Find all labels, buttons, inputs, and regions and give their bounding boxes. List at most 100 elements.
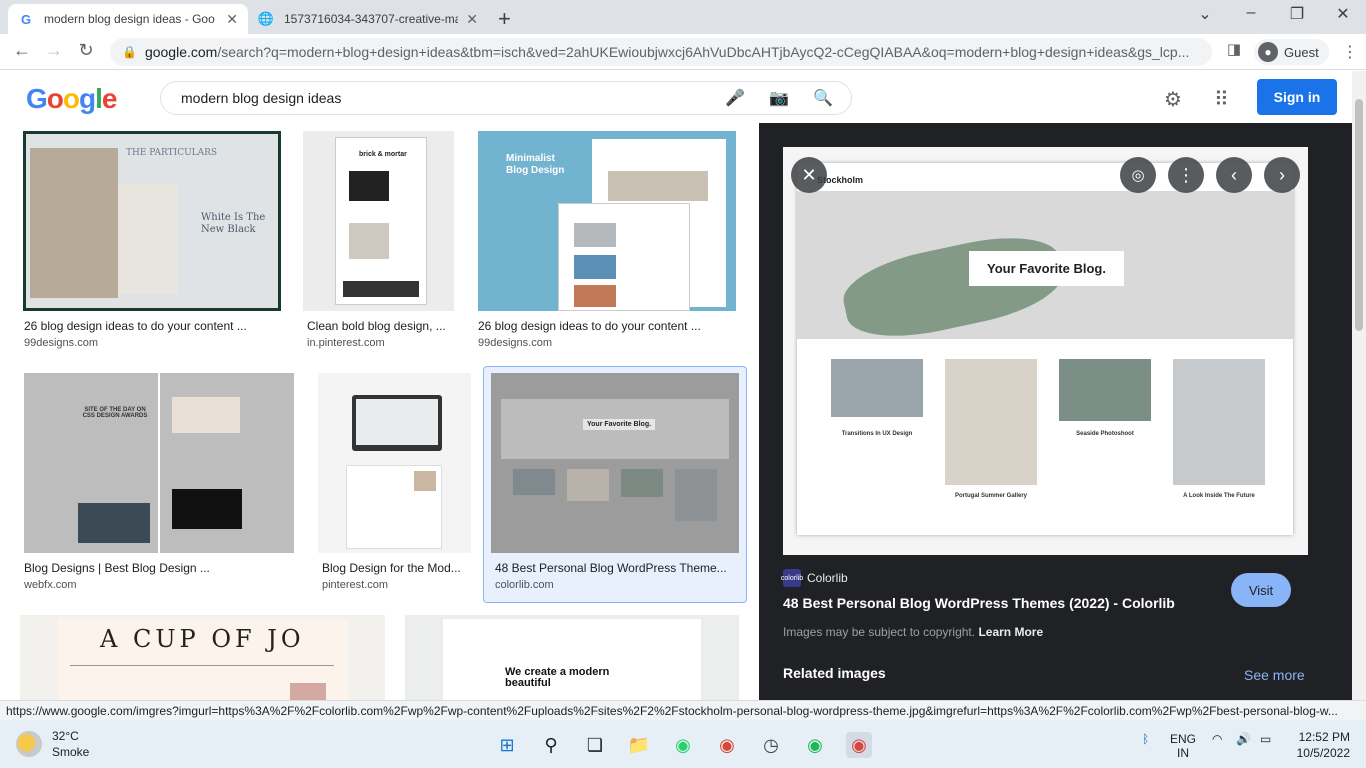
start-windows-icon[interactable]: ⊞: [494, 732, 520, 758]
photo-block: [621, 469, 663, 497]
preview-post-title: Portugal Summer Gallery: [954, 493, 1028, 499]
tab-title: 1573716034-343707-creative-ma: [284, 12, 459, 26]
photo-block: [574, 255, 616, 279]
microphone-icon[interactable]: 🎤: [725, 88, 745, 108]
thumb-title: Minimalist Blog Design: [506, 153, 565, 176]
lens-search-icon[interactable]: ◎: [1120, 157, 1156, 193]
photo-block: [414, 471, 436, 491]
close-window-icon[interactable]: ✕: [1328, 4, 1358, 24]
close-tab-icon[interactable]: ✕: [226, 11, 238, 28]
chrome-icon[interactable]: ◉: [714, 732, 740, 758]
result-caption[interactable]: 26 blog design ideas to do your content …: [478, 319, 736, 333]
photo-block: [172, 489, 242, 529]
google-header: Google modern blog design ideas 🎤 📷 🔍 ⚙ …: [0, 71, 1352, 123]
settings-gear-icon[interactable]: ⚙: [1164, 87, 1182, 112]
battery-icon[interactable]: ▭: [1260, 732, 1271, 746]
thumb-heading: THE PARTICULARS: [126, 148, 218, 158]
preview-image[interactable]: Stockholm Your Favorite Blog. Transition…: [783, 147, 1308, 555]
photo-block: [349, 171, 389, 201]
result-thumbnail[interactable]: brick & mortar: [303, 131, 454, 311]
task-view-icon[interactable]: ❏: [582, 732, 608, 758]
source-site[interactable]: colorlib Colorlib: [781, 569, 848, 587]
photo-block: [1173, 359, 1265, 485]
scrollbar-thumb[interactable]: [1355, 99, 1363, 331]
clock[interactable]: 12:52 PM 10/5/2022: [1290, 729, 1350, 761]
previous-image-icon[interactable]: ‹: [1216, 157, 1252, 193]
wifi-icon[interactable]: ◠: [1212, 732, 1222, 746]
new-tab-button[interactable]: +: [498, 6, 511, 32]
result-thumbnail[interactable]: SITE OF THE DAY ON CSS DESIGN AWARDS: [24, 373, 294, 553]
tab-title: modern blog design ideas - Goo: [44, 12, 215, 26]
menu-icon[interactable]: ⋮: [1342, 42, 1358, 62]
result-caption[interactable]: 48 Best Personal Blog WordPress Theme...: [495, 561, 733, 575]
result-caption[interactable]: 26 blog design ideas to do your content …: [24, 319, 274, 333]
photo-block: [118, 184, 178, 294]
photo-block: [567, 469, 609, 501]
language-indicator[interactable]: ENG IN: [1170, 732, 1196, 760]
spotify-icon[interactable]: ◉: [802, 732, 828, 758]
timeline-line: [158, 373, 160, 553]
search-icon[interactable]: 🔍: [813, 88, 833, 108]
result-caption[interactable]: Blog Designs | Best Blog Design ...: [24, 561, 294, 575]
google-favicon-icon: G: [20, 11, 32, 27]
file-explorer-icon[interactable]: 📁: [626, 732, 652, 758]
thumb-logo: brick & mortar: [359, 151, 407, 158]
whatsapp-icon[interactable]: ◉: [670, 732, 696, 758]
photo-block: [945, 359, 1037, 485]
clock-app-icon[interactable]: ◷: [758, 732, 784, 758]
close-tab-icon[interactable]: ✕: [466, 11, 478, 28]
search-input[interactable]: modern blog design ideas: [181, 90, 341, 106]
minimize-icon[interactable]: –: [1236, 4, 1266, 22]
result-thumbnail[interactable]: [318, 373, 471, 553]
side-panel-icon[interactable]: ◨: [1222, 40, 1246, 58]
thumb-logo: A CUP OF JO: [100, 625, 305, 653]
lens-camera-icon[interactable]: 📷: [769, 88, 789, 108]
apps-grid-icon[interactable]: ⠿: [1214, 87, 1229, 112]
volume-icon[interactable]: 🔊: [1236, 732, 1251, 746]
logo-letter: G: [26, 83, 48, 114]
result-thumbnail[interactable]: A CUP OF JO: [20, 615, 385, 700]
temperature: 32°C: [52, 729, 79, 743]
chevron-down-icon[interactable]: ⌄: [1190, 4, 1220, 24]
result-thumbnail[interactable]: Your Favorite Blog.: [491, 373, 739, 553]
sign-in-button[interactable]: Sign in: [1257, 79, 1337, 115]
photo-block: [574, 285, 616, 307]
photo-block: [290, 683, 326, 700]
profile-button[interactable]: ● Guest: [1254, 39, 1329, 65]
tab-google-search[interactable]: G modern blog design ideas - Goo ✕: [8, 4, 248, 34]
logo-letter: o: [46, 83, 64, 114]
result-thumbnail[interactable]: THE PARTICULARS White Is The New Black: [23, 131, 281, 311]
back-icon[interactable]: ←: [10, 40, 34, 61]
result-thumbnail[interactable]: Minimalist Blog Design: [478, 131, 736, 311]
search-box[interactable]: modern blog design ideas 🎤 📷 🔍: [160, 81, 852, 115]
learn-more-link[interactable]: Learn More: [978, 625, 1043, 639]
see-more-link[interactable]: See more: [1244, 667, 1305, 683]
logo-letter: o: [62, 83, 80, 114]
bluetooth-icon[interactable]: ᛒ: [1142, 732, 1149, 746]
image-preview-panel: Stockholm Your Favorite Blog. Transition…: [759, 123, 1352, 700]
address-bar[interactable]: 🔒 google.com /search?q=modern+blog+desig…: [110, 38, 1212, 66]
avatar-icon: ●: [1258, 42, 1278, 62]
search-icon[interactable]: ⚲: [538, 732, 564, 758]
google-logo[interactable]: Google: [26, 83, 117, 115]
result-source: in.pinterest.com: [307, 337, 385, 349]
photo-block: [513, 469, 555, 495]
tab-creative-image[interactable]: 🌐 1573716034-343707-creative-ma ✕: [248, 4, 488, 34]
chrome-active-icon[interactable]: ◉: [846, 732, 872, 758]
close-viewer-icon[interactable]: ✕: [791, 157, 827, 193]
preview-heading: Your Favorite Blog.: [969, 251, 1124, 286]
visit-button[interactable]: Visit: [1231, 573, 1291, 607]
photo-block: [608, 171, 708, 201]
result-thumbnail[interactable]: We create a modern beautiful: [405, 615, 739, 700]
more-options-icon[interactable]: ⋮: [1168, 157, 1204, 193]
page-scrollbar[interactable]: [1352, 71, 1366, 700]
weather-widget[interactable]: 32°C Smoke: [16, 728, 89, 760]
preview-title[interactable]: 48 Best Personal Blog WordPress Themes (…: [783, 595, 1175, 611]
result-caption[interactable]: Blog Design for the Mod...: [322, 561, 468, 575]
maximize-icon[interactable]: ❐: [1282, 4, 1312, 24]
forward-icon[interactable]: →: [42, 40, 66, 61]
next-image-icon[interactable]: ›: [1264, 157, 1300, 193]
image-results-grid: THE PARTICULARS White Is The New Black 26…: [0, 123, 760, 700]
result-caption[interactable]: Clean bold blog design, ...: [307, 319, 453, 333]
reload-icon[interactable]: ↻: [74, 40, 98, 61]
